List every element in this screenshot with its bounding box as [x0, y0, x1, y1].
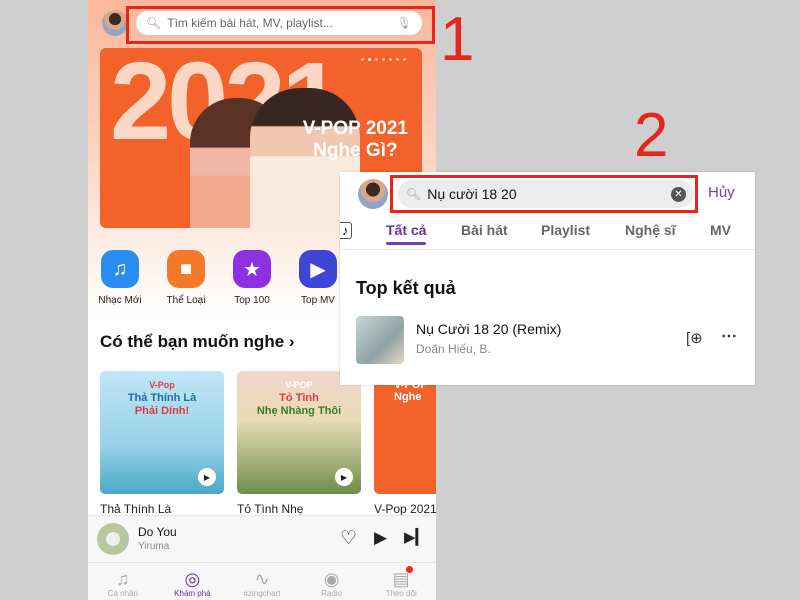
bottom-nav: ♫ Cá nhân ◎ Khám phá ∿ #zingchart ◉ Radio ▤ T… — [88, 562, 436, 600]
now-playing-cover — [97, 523, 129, 555]
avatar[interactable] — [102, 10, 128, 36]
carousel-dots[interactable] — [361, 58, 406, 61]
playlist-cards: V-Pop Thả Thính Là Phải Dính! ▶ Thả Thính … — [100, 371, 436, 516]
category-top-mv[interactable]: ▶ Top MV — [296, 250, 340, 306]
nav-follow[interactable]: ▤ Theo dõi — [366, 563, 436, 600]
category-row: ♫ Nhạc Mới ■ Thể Loại ★ Top 100 ▶ Top MV — [98, 250, 340, 306]
shapes-icon: ■ — [167, 250, 205, 288]
section-title[interactable]: Có thể bạn muốn nghe › — [100, 332, 295, 352]
result-cover — [356, 316, 404, 364]
mini-player[interactable]: Do You Yiruma ♡ ▶ ▶▎ — [88, 515, 436, 562]
category-genre[interactable]: ■ Thể Loại — [164, 250, 208, 306]
heart-icon[interactable]: ♡ — [340, 527, 357, 550]
playlist-card[interactable]: V-POP Nghe V-Pop 2021 — [374, 371, 436, 516]
chevron-right-icon: › — [288, 332, 295, 351]
video-icon: ▶ — [299, 250, 337, 288]
play-icon[interactable]: ▶ — [374, 528, 387, 548]
feed-icon: ▤ — [366, 566, 436, 589]
nav-zingchart[interactable]: ∿ #zingchart — [227, 563, 297, 600]
avatar[interactable] — [358, 179, 388, 209]
star-icon: ★ — [233, 250, 271, 288]
tab-mv[interactable]: MV — [710, 222, 731, 238]
nav-personal[interactable]: ♫ Cá nhân — [88, 563, 158, 600]
highlight-box-2 — [390, 175, 698, 213]
result-artist: Doãn Hiếu, B. — [416, 342, 491, 356]
more-icon[interactable]: ⋯ — [721, 326, 737, 346]
category-new-music[interactable]: ♫ Nhạc Mới — [98, 250, 142, 306]
result-title: Nụ Cười 18 20 (Remix) — [416, 321, 562, 337]
music-icon: ♪ — [340, 222, 352, 239]
chart-icon: ∿ — [254, 569, 270, 589]
nav-discover[interactable]: ◎ Khám phá — [158, 563, 228, 600]
song-artist: Yiruma — [138, 541, 170, 552]
playlist-card[interactable]: V-Pop Thả Thính Là Phải Dính! ▶ Thả Thính … — [100, 371, 224, 516]
disc-icon: ◎ — [184, 569, 201, 589]
next-icon[interactable]: ▶▎ — [404, 528, 427, 546]
search-tabs: ♪ Tất cả Bài hát Playlist Nghệ sĩ MV — [340, 220, 755, 250]
library-icon: ♫ — [116, 569, 130, 589]
result-row[interactable]: Nụ Cười 18 20 (Remix) Doãn Hiếu, B. [⊕ ⋯ — [356, 316, 746, 364]
play-icon[interactable]: ▶ — [198, 468, 216, 486]
tab-playlist[interactable]: Playlist — [541, 222, 590, 238]
cancel-button[interactable]: Hủy — [708, 184, 735, 201]
tab-all[interactable]: Tất cả — [386, 222, 427, 245]
highlight-box-1 — [126, 6, 435, 44]
section-title: Top kết quả — [356, 278, 456, 298]
play-icon[interactable]: ▶ — [335, 468, 353, 486]
song-title: Do You — [138, 525, 177, 539]
tab-songs[interactable]: Bài hát — [461, 222, 508, 238]
nav-radio[interactable]: ◉ Radio — [297, 563, 367, 600]
step-number-2: 2 — [634, 101, 669, 170]
step-number-1: 1 — [440, 5, 475, 74]
search-results-panel: 🔍︎ Nụ cười 18 20 ✕ Hủy ♪ Tất cả Bài hát … — [340, 172, 755, 385]
music-note-icon: ♫ — [101, 250, 139, 288]
radio-icon: ◉ — [323, 569, 340, 589]
banner-text: V-POP 2021 Nghe Gì? — [302, 118, 408, 161]
category-top100[interactable]: ★ Top 100 — [230, 250, 274, 306]
playlist-card[interactable]: V-POP Tỏ Tình Nhẹ Nhàng Thôi ▶ Tỏ Tình Nhẹ — [237, 371, 361, 516]
add-to-playlist-icon[interactable]: [⊕ — [686, 329, 703, 347]
notification-dot — [406, 566, 414, 573]
tab-artists[interactable]: Nghệ sĩ — [625, 222, 676, 238]
